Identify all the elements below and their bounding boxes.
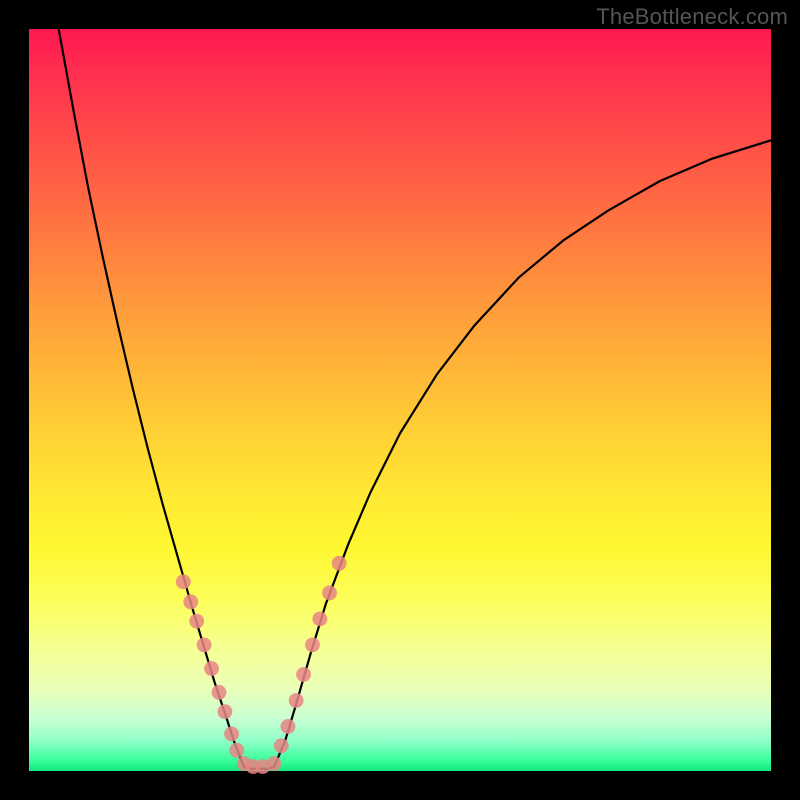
curve-layer (29, 29, 771, 771)
chart-container: TheBottleneck.com (0, 0, 800, 800)
marker-dot (217, 704, 232, 719)
marker-dots (176, 556, 347, 774)
marker-dot (296, 667, 311, 682)
marker-dot (266, 756, 281, 771)
plot-area (29, 29, 771, 771)
marker-dot (189, 614, 204, 629)
marker-dot (289, 693, 304, 708)
curve-paths (59, 29, 771, 769)
marker-dot (229, 743, 244, 758)
marker-dot (332, 556, 347, 571)
marker-dot (197, 637, 212, 652)
marker-dot (204, 661, 219, 676)
marker-dot (312, 611, 327, 626)
marker-dot (305, 637, 320, 652)
bottleneck-curve (59, 29, 771, 769)
marker-dot (176, 574, 191, 589)
marker-dot (322, 586, 337, 601)
marker-dot (274, 738, 289, 753)
marker-dot (224, 726, 239, 741)
marker-dot (183, 594, 198, 609)
marker-dot (212, 685, 227, 700)
marker-dot (281, 719, 296, 734)
watermark-text: TheBottleneck.com (596, 4, 788, 30)
